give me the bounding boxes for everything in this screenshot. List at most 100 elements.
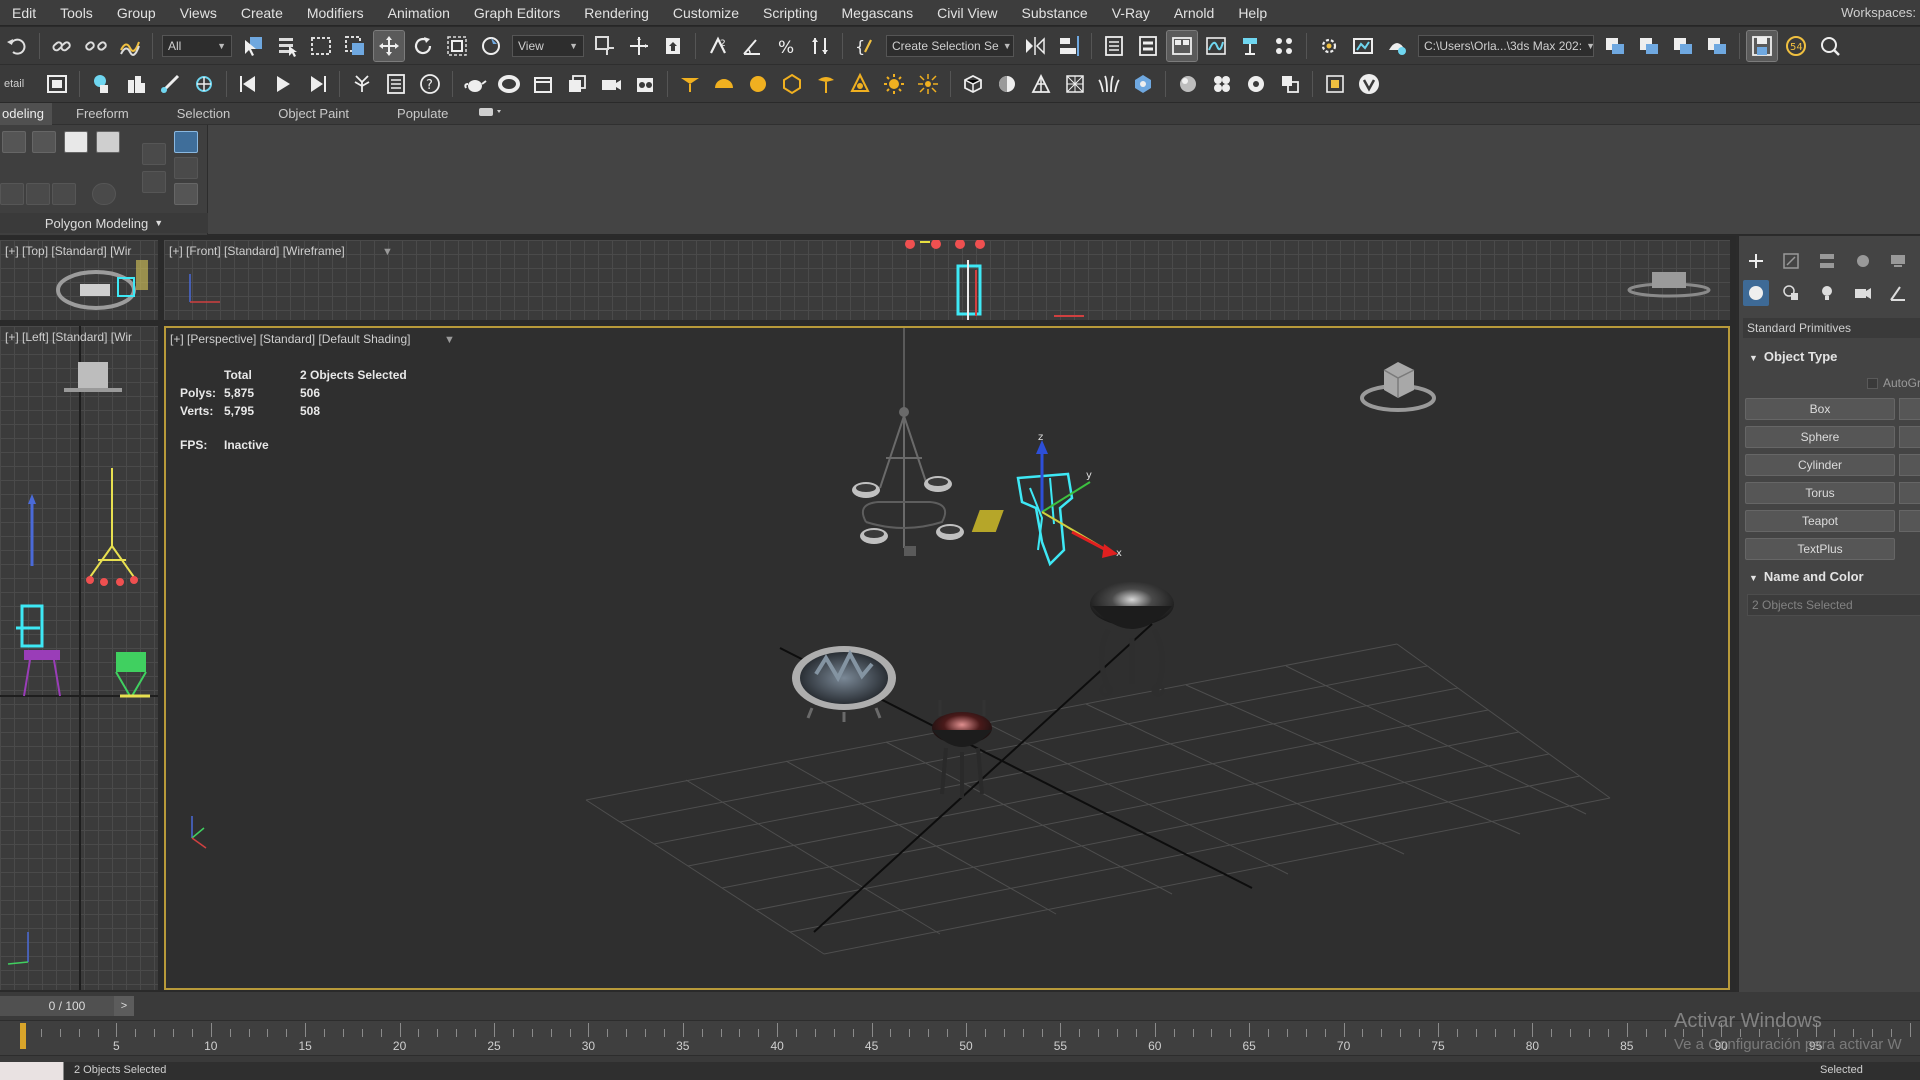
- vray-volume-icon[interactable]: [1128, 69, 1158, 99]
- schematic-view-icon[interactable]: [1235, 31, 1265, 61]
- layer-explorer-icon[interactable]: [1133, 31, 1163, 61]
- vray-logo-icon[interactable]: [1354, 69, 1384, 99]
- render-production-icon[interactable]: [1382, 31, 1412, 61]
- object-type-rollout[interactable]: ▼ Object Type: [1743, 346, 1920, 368]
- front-viewcube-icon[interactable]: [1624, 266, 1714, 306]
- polygon-mode-icon[interactable]: [64, 131, 88, 153]
- create-tab-icon[interactable]: [1743, 248, 1769, 274]
- edit-tool-icon[interactable]: [174, 157, 198, 179]
- autogrid-checkbox[interactable]: AutoGr: [1867, 376, 1920, 390]
- menu-megascans[interactable]: Megascans: [830, 0, 926, 26]
- tab-selection[interactable]: Selection: [153, 103, 254, 125]
- toggle-ribbon-icon[interactable]: [1166, 29, 1198, 62]
- snaps-toggle-icon[interactable]: 2: [703, 31, 733, 61]
- torus-pair-button[interactable]: [1899, 482, 1920, 504]
- rendered-frame-window-icon[interactable]: [1348, 31, 1378, 61]
- tab-freeform[interactable]: Freeform: [52, 103, 153, 125]
- viewcube-icon[interactable]: [1356, 352, 1440, 422]
- menu-substance[interactable]: Substance: [1010, 0, 1100, 26]
- viewport-top-label[interactable]: [+] [Top] [Standard] [Wir: [5, 244, 131, 258]
- play-animation-icon[interactable]: [268, 69, 298, 99]
- bind-space-warp-icon[interactable]: [115, 31, 145, 61]
- project-folder-icon[interactable]: [1600, 31, 1630, 61]
- open-folder-icon[interactable]: [1634, 31, 1664, 61]
- perspective-filter-icon[interactable]: ▼: [444, 334, 455, 346]
- viewport-layout-icon[interactable]: [42, 69, 72, 99]
- edit-named-selection-icon[interactable]: {: [850, 31, 880, 61]
- teapot-pair-button[interactable]: [1899, 510, 1920, 532]
- vray-sky-icon[interactable]: [913, 69, 943, 99]
- grow-selection-icon[interactable]: [26, 183, 50, 205]
- menu-tools[interactable]: Tools: [48, 0, 105, 26]
- stack-icon[interactable]: [562, 69, 592, 99]
- shapes-subtab-icon[interactable]: [1779, 280, 1805, 306]
- vray-light-icon[interactable]: [675, 69, 705, 99]
- vray-grass-icon[interactable]: [1094, 69, 1124, 99]
- viewport-perspective[interactable]: [+] [Perspective] [Standard] [Default Sh…: [164, 326, 1730, 990]
- vray-plane-icon[interactable]: [1060, 69, 1090, 99]
- mirror-icon[interactable]: [1020, 31, 1050, 61]
- menu-scripting[interactable]: Scripting: [751, 0, 829, 26]
- motion-tab-icon[interactable]: [1850, 248, 1876, 274]
- rotate-icon[interactable]: [408, 31, 438, 61]
- textplus-button[interactable]: TextPlus: [1745, 538, 1895, 560]
- ring-selection-icon[interactable]: [92, 183, 116, 205]
- menu-v-ray[interactable]: V-Ray: [1100, 0, 1162, 26]
- named-selection-dropdown[interactable]: Create Selection Se ▼: [886, 34, 1014, 57]
- select-object-icon[interactable]: [238, 31, 268, 61]
- helpers-subtab-icon[interactable]: [1885, 280, 1911, 306]
- hierarchy-tab-icon[interactable]: [1814, 248, 1840, 274]
- select-by-name-icon[interactable]: [272, 31, 302, 61]
- viewport-top[interactable]: [+] [Top] [Standard] [Wir: [0, 240, 158, 320]
- vray-material-icon[interactable]: [1173, 69, 1203, 99]
- save-icon[interactable]: [1746, 29, 1778, 62]
- save-folder-icon[interactable]: [1668, 31, 1698, 61]
- tab-object-paint[interactable]: Object Paint: [254, 103, 373, 125]
- camera-object-icon[interactable]: [596, 69, 626, 99]
- loop-selection-icon[interactable]: [52, 183, 76, 205]
- edge-mode-icon[interactable]: [32, 131, 56, 153]
- menu-help[interactable]: Help: [1226, 0, 1279, 26]
- align-icon[interactable]: [1054, 31, 1084, 61]
- pivot-center-icon[interactable]: [590, 31, 620, 61]
- vray-dome-icon[interactable]: [709, 69, 739, 99]
- menu-create[interactable]: Create: [229, 0, 295, 26]
- vray-ies-icon[interactable]: [811, 69, 841, 99]
- display-tab-icon[interactable]: [1885, 248, 1911, 274]
- object-name-field[interactable]: 2 Objects Selected: [1747, 594, 1920, 616]
- box-pair-button[interactable]: [1899, 398, 1920, 420]
- modify-selection-icon[interactable]: [142, 143, 166, 165]
- window-crossing-icon[interactable]: [340, 31, 370, 61]
- project-path-dropdown[interactable]: C:\Users\Orla...\3ds Max 202:▼: [1418, 34, 1594, 57]
- vray-multi-material-icon[interactable]: [1207, 69, 1237, 99]
- track-bar[interactable]: 5 10 15 20 25 30 35 40 45 50 55 60 65 70 75 80 85 90 95: [0, 1020, 1920, 1056]
- menu-arnold[interactable]: Arnold: [1162, 0, 1226, 26]
- vray-frame-buffer-icon[interactable]: [1320, 69, 1350, 99]
- element-mode-icon[interactable]: [96, 131, 120, 153]
- list-panel-icon[interactable]: [381, 69, 411, 99]
- particle-icon[interactable]: [347, 69, 377, 99]
- time-cursor[interactable]: [20, 1023, 26, 1049]
- menu-group[interactable]: Group: [105, 0, 168, 26]
- workspaces-label[interactable]: Workspaces:: [1841, 0, 1916, 26]
- selection-mode-label[interactable]: Selected: [1820, 1064, 1863, 1076]
- vray-ambient-icon[interactable]: [845, 69, 875, 99]
- sphere-pair-button[interactable]: [1899, 426, 1920, 448]
- shrink-selection-icon[interactable]: [0, 183, 24, 205]
- rectangular-selection-icon[interactable]: [306, 31, 336, 61]
- create-geometry-icon[interactable]: [87, 69, 117, 99]
- render-setup-icon[interactable]: [1314, 31, 1344, 61]
- scene-explorer-icon[interactable]: [1099, 31, 1129, 61]
- badge-icon[interactable]: 54: [1781, 31, 1811, 61]
- viewport-front[interactable]: [+] [Front] [Standard] [Wireframe] ▼: [164, 240, 1730, 320]
- cylinder-pair-button[interactable]: [1899, 454, 1920, 476]
- vray-sphere-light-icon[interactable]: [743, 69, 773, 99]
- menu-views[interactable]: Views: [168, 0, 229, 26]
- angle-snap-icon[interactable]: [737, 31, 767, 61]
- render-to-texture-icon[interactable]: [630, 69, 660, 99]
- curve-editor-icon[interactable]: [1201, 31, 1231, 61]
- box-button[interactable]: Box: [1745, 398, 1895, 420]
- modify-tab-icon[interactable]: [1779, 248, 1805, 274]
- vertex-mode-icon[interactable]: [2, 131, 26, 153]
- viewport-perspective-label[interactable]: [+] [Perspective] [Standard] [Default Sh…: [170, 332, 410, 346]
